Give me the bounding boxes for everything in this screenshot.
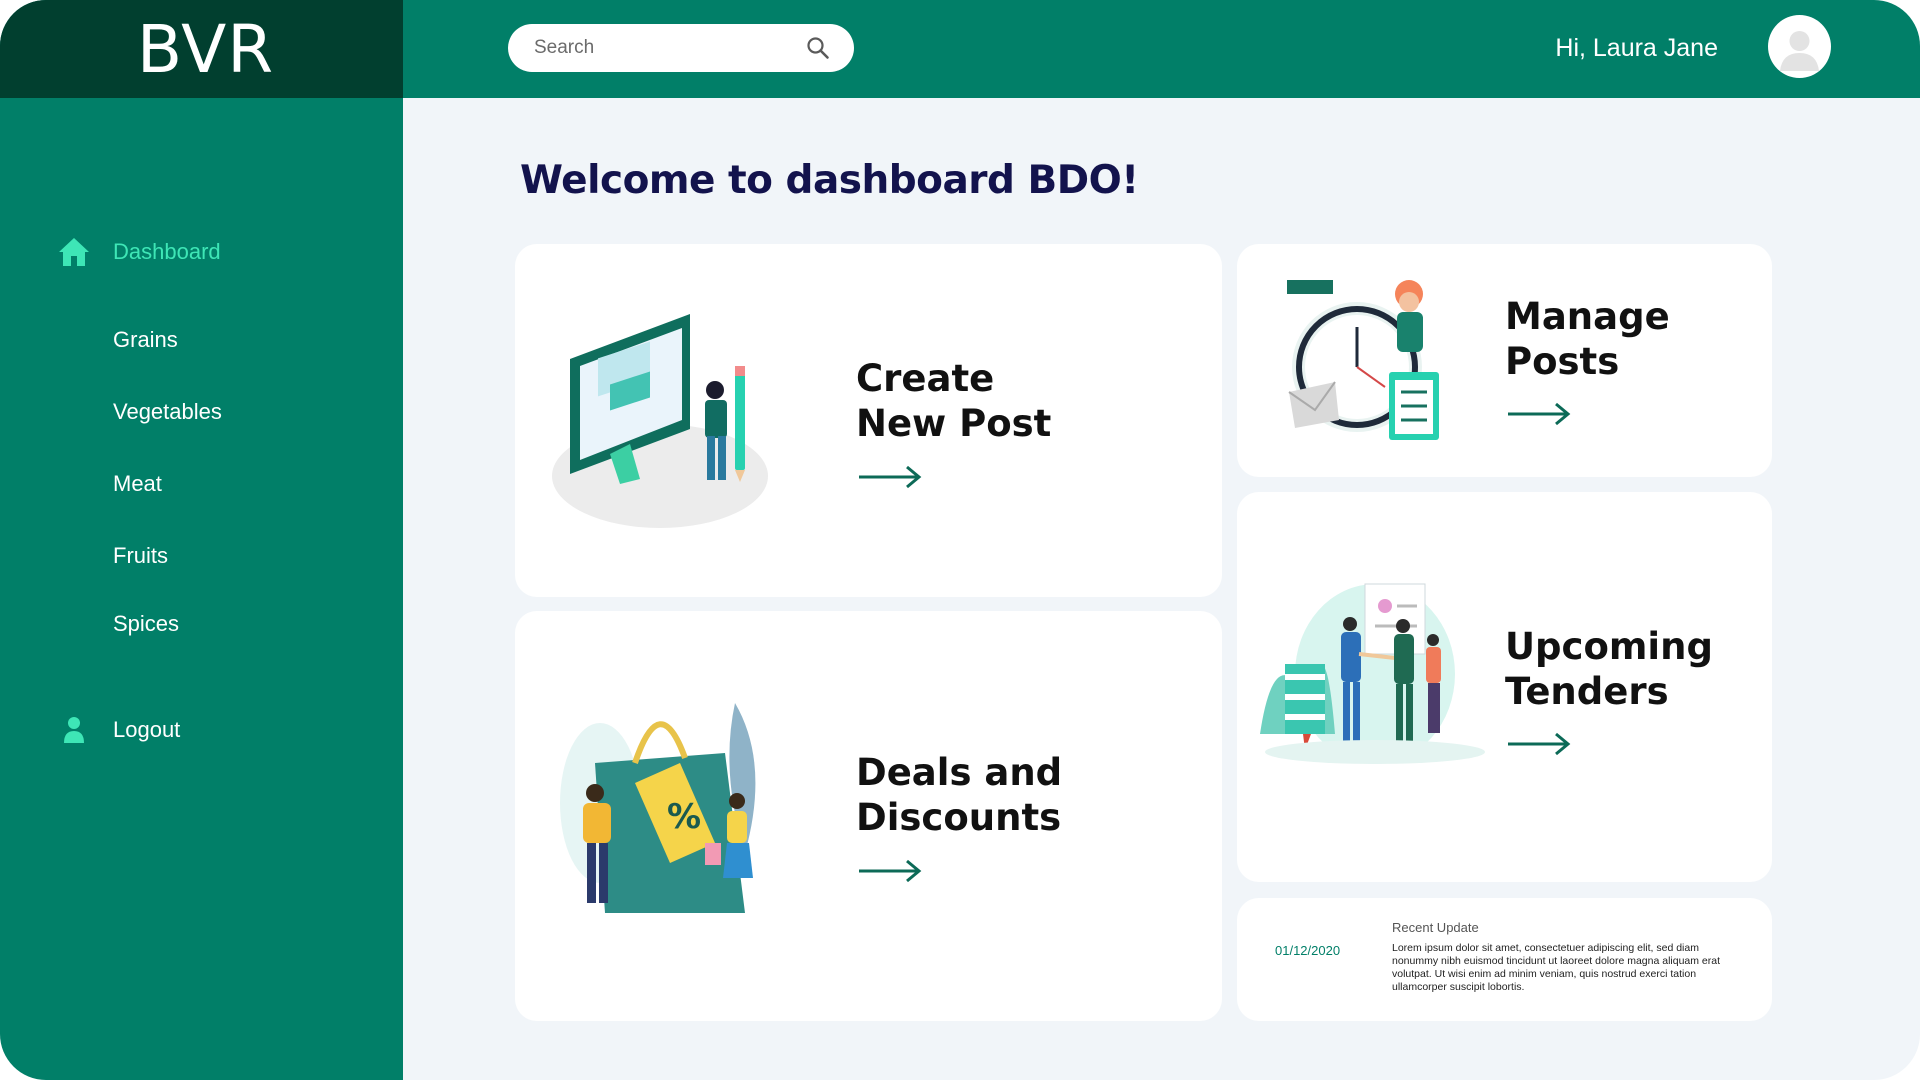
sidebar-item-label: Logout: [113, 717, 181, 742]
recent-update-heading: Recent Update: [1392, 920, 1479, 935]
sidebar-item-logout[interactable]: Logout: [0, 708, 403, 752]
top-bar: Hi, Laura Jane: [403, 0, 1920, 98]
card-title: Upcoming Tenders: [1505, 625, 1713, 713]
user-icon: [56, 712, 92, 748]
page-title: Welcome to dashboard BDO!: [520, 158, 1139, 203]
sidebar-item-grains[interactable]: Grains: [0, 318, 403, 362]
search-box[interactable]: [508, 24, 854, 72]
upcoming-tenders-illustration: [1260, 583, 1485, 764]
search-icon[interactable]: [806, 36, 830, 60]
sidebar-item-label: Vegetables: [113, 399, 222, 424]
user-greeting: Hi, Laura Jane: [1555, 34, 1718, 62]
upcoming-tenders-card[interactable]: Upcoming Tenders: [1237, 492, 1772, 882]
sidebar-item-label: Spices: [113, 611, 180, 636]
sidebar: BVR Dashboard Grains Vegetables Meat Fru…: [0, 0, 403, 1080]
arrow-right-icon[interactable]: [857, 465, 923, 489]
brand-logo[interactable]: BVR: [0, 0, 403, 98]
home-icon: [56, 234, 92, 270]
avatar-placeholder-icon: [1780, 31, 1819, 71]
deals-discounts-illustration: %: [560, 703, 756, 913]
avatar[interactable]: [1768, 15, 1831, 78]
sidebar-item-meat[interactable]: Meat: [0, 462, 403, 506]
svg-text:%: %: [667, 797, 701, 837]
sidebar-item-spices[interactable]: Spices: [0, 602, 403, 646]
arrow-right-icon[interactable]: [1506, 732, 1572, 756]
app-frame: BVR Dashboard Grains Vegetables Meat Fru…: [0, 0, 1920, 1080]
sidebar-item-dashboard[interactable]: Dashboard: [0, 230, 403, 274]
arrow-right-icon[interactable]: [857, 859, 923, 883]
search-input[interactable]: [534, 32, 794, 64]
create-post-illustration: [552, 314, 768, 528]
sidebar-item-label: Fruits: [113, 543, 168, 568]
sidebar-item-label: Meat: [113, 471, 162, 496]
manage-posts-card[interactable]: Manage Posts: [1237, 244, 1772, 477]
create-post-card[interactable]: Create New Post: [515, 244, 1222, 597]
arrow-right-icon[interactable]: [1506, 402, 1572, 426]
sidebar-item-fruits[interactable]: Fruits: [0, 534, 403, 578]
deals-discounts-card[interactable]: % Deals and Discounts: [515, 611, 1222, 1021]
card-title: Manage Posts: [1505, 295, 1670, 383]
manage-posts-illustration: [1287, 280, 1439, 440]
sidebar-item-label: Dashboard: [113, 239, 221, 264]
brand-text: BVR: [136, 10, 275, 88]
sidebar-item-label: Grains: [113, 327, 178, 352]
sidebar-item-vegetables[interactable]: Vegetables: [0, 390, 403, 434]
recent-update-date: 01/12/2020: [1275, 943, 1341, 958]
card-title: Create New Post: [856, 357, 1052, 445]
card-title: Deals and Discounts: [856, 751, 1063, 839]
recent-update-text: Lorem ipsum dolor sit amet, consectetuer…: [1392, 942, 1721, 993]
